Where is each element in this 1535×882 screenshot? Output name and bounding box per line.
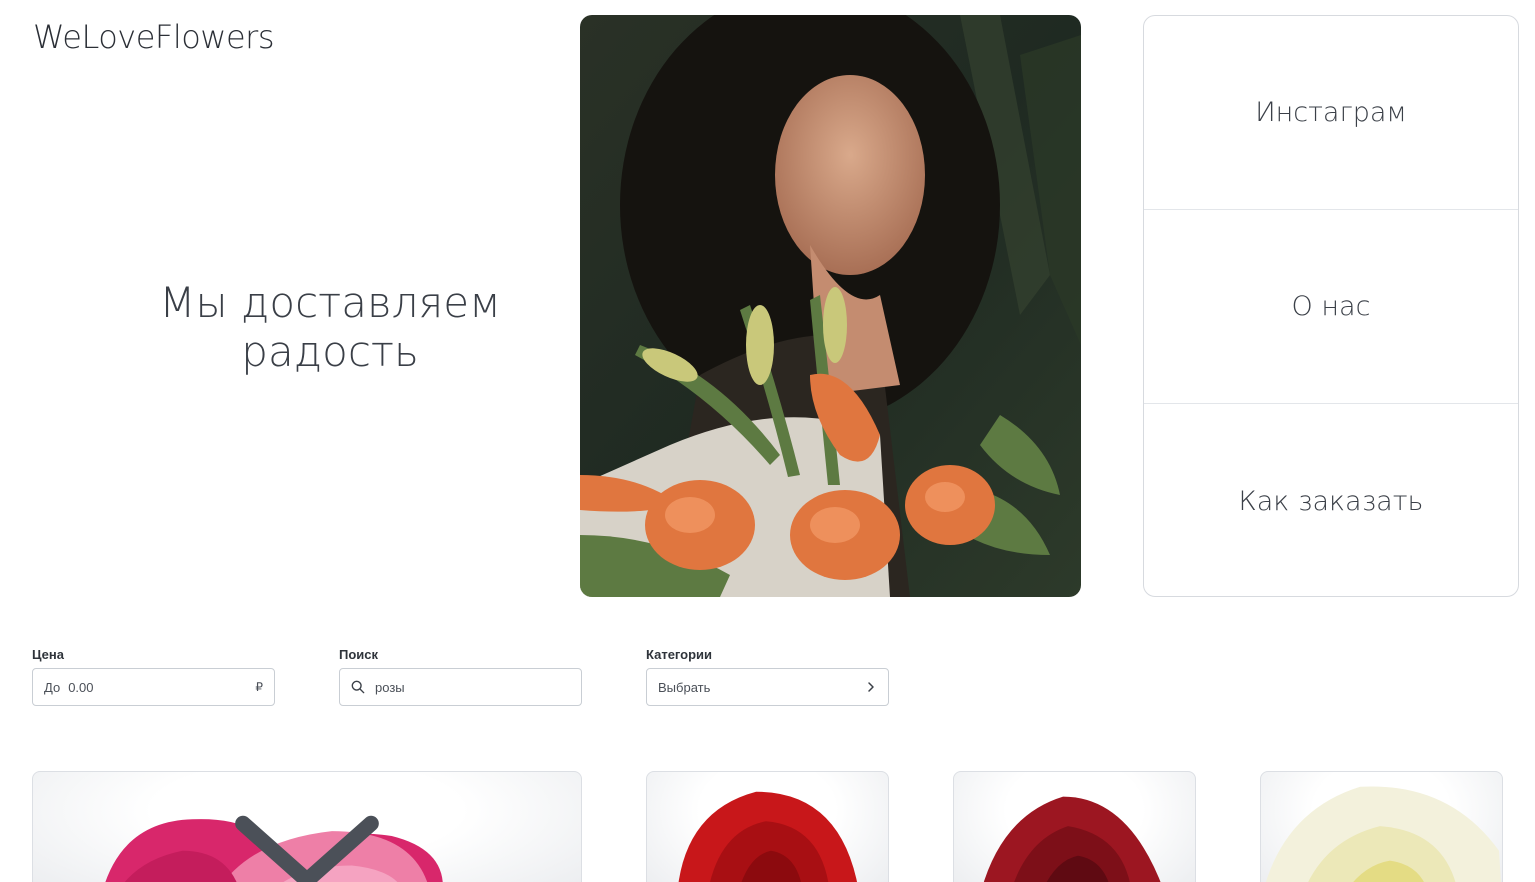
nav-item-about[interactable]: О нас (1144, 210, 1518, 404)
logo[interactable]: WeLoveFlowers (33, 18, 274, 56)
woman-with-flowers-image (580, 15, 1081, 597)
red-rose-image (678, 791, 857, 882)
search-input[interactable]: розы (339, 668, 582, 706)
search-icon (351, 680, 365, 694)
price-label: Цена (32, 647, 64, 662)
hero-heading: Мы доставляем радость (100, 278, 560, 376)
chevron-down-icon[interactable] (33, 788, 581, 882)
nav-item-instagram[interactable]: Инстаграм (1144, 16, 1518, 210)
categories-filter: Категории Выбрать (646, 647, 889, 706)
nav-item-how-to-order[interactable]: Как заказать (1144, 404, 1518, 596)
categories-select[interactable]: Выбрать (646, 668, 889, 706)
categories-value: Выбрать (658, 679, 711, 695)
white-rose-image (1265, 786, 1501, 882)
search-label: Поиск (339, 647, 379, 662)
hero-heading-line2: радость (241, 327, 419, 376)
ruble-icon: ₽ (255, 680, 263, 694)
search-filter: Поиск розы (339, 647, 582, 706)
price-input[interactable]: До 0.00 ₽ (32, 668, 275, 706)
product-card[interactable] (646, 771, 889, 882)
price-prefix: До (44, 679, 61, 695)
categories-label: Категории (646, 647, 713, 662)
price-filter: Цена До 0.00 ₽ (32, 647, 275, 706)
chevron-right-icon (868, 682, 874, 692)
price-value: 0.00 (68, 679, 94, 695)
nav-card: Инстаграм О нас Как заказать (1143, 15, 1519, 597)
product-card[interactable] (1260, 771, 1503, 882)
hero-heading-line1: Мы доставляем (159, 278, 501, 327)
product-card-featured[interactable] (32, 771, 582, 882)
search-value: розы (375, 679, 405, 695)
hero-photo (580, 15, 1081, 597)
product-card[interactable] (953, 771, 1196, 882)
dark-red-rose-image (983, 796, 1161, 882)
